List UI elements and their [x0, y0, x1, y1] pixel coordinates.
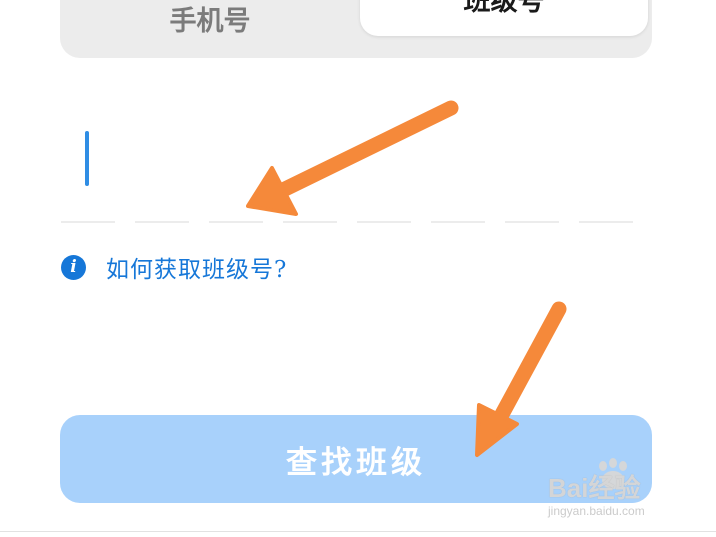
find-class-button-label: 查找班级 [286, 444, 426, 481]
tab-class-number[interactable]: 班级号 [360, 0, 648, 36]
login-mode-tabs: 手机号 班级号 [60, 0, 652, 58]
code-digit-slot-3[interactable] [209, 221, 263, 223]
watermark-logo-text: Bai经验 [548, 473, 641, 503]
code-digit-slot-7[interactable] [505, 221, 559, 223]
info-icon: i [61, 254, 86, 280]
watermark-url: jingyan.baidu.com [548, 504, 645, 518]
help-link-label: 如何获取班级号? [106, 257, 288, 283]
code-digit-slot-1[interactable] [61, 221, 115, 223]
tab-class-number-label: 班级号 [463, 0, 545, 17]
code-digit-slot-2[interactable] [135, 221, 189, 223]
tab-phone-number[interactable]: 手机号 [60, 0, 360, 37]
tab-phone-number-label: 手机号 [169, 5, 251, 37]
code-digit-slot-4[interactable] [283, 221, 337, 223]
code-digit-slot-5[interactable] [357, 221, 411, 223]
code-digit-slot-6[interactable] [431, 221, 485, 223]
bottom-divider [0, 531, 716, 532]
arrow-to-code-input [246, 100, 459, 216]
baidu-jingyan-watermark: Bai经验 jingyan.baidu.com [548, 458, 708, 522]
code-digit-slot-8[interactable] [579, 221, 633, 223]
find-class-screen: 手机号 班级号 i 如何获取班级号? 查找班级 Bai经验 jingyan.ba… [0, 0, 716, 537]
text-cursor [85, 131, 89, 186]
how-to-get-class-number-link[interactable]: i 如何获取班级号? [61, 252, 288, 283]
